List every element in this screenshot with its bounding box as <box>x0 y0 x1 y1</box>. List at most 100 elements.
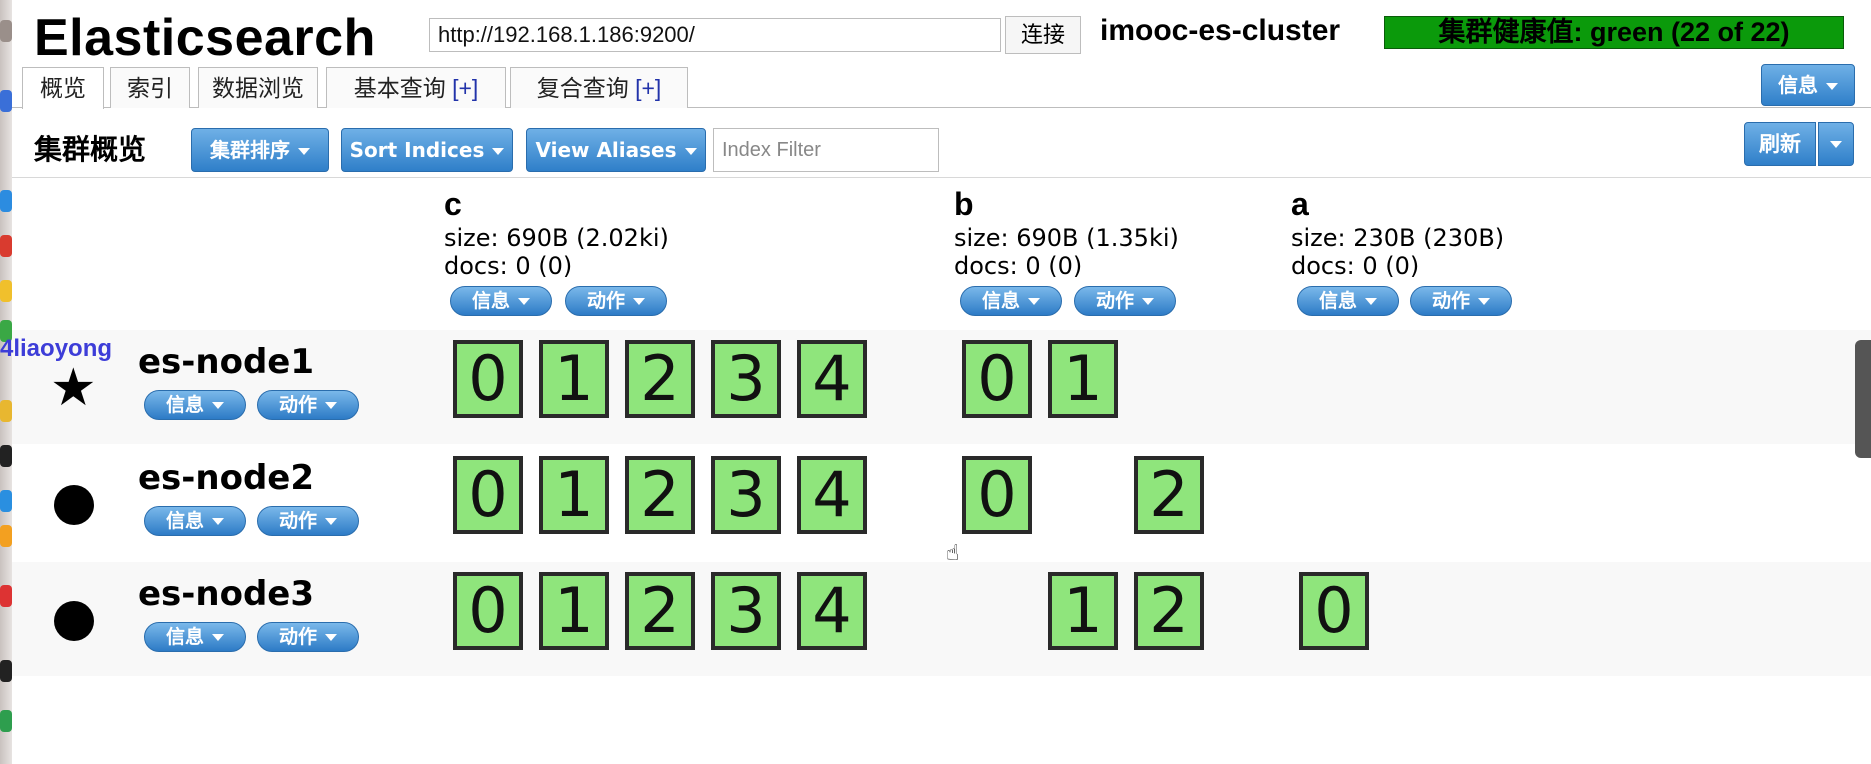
info-menu-button[interactable]: 信息 <box>1761 64 1855 106</box>
shard-c-3[interactable]: 3 <box>711 340 781 418</box>
chevron-down-icon <box>298 148 310 155</box>
node-info-button[interactable]: 信息 <box>144 506 246 536</box>
hand-cursor-icon: ☝ <box>946 540 960 565</box>
shard-c-4[interactable]: 4 <box>797 572 867 650</box>
dock-app-icon[interactable] <box>0 525 12 547</box>
shard-c-2[interactable]: 2 <box>625 456 695 534</box>
shard-b-1[interactable]: 1 <box>1048 340 1118 418</box>
chevron-down-icon <box>325 518 337 525</box>
chevron-down-icon <box>1826 83 1838 90</box>
tab-indices[interactable]: 索引 <box>110 67 190 108</box>
shard-c-3[interactable]: 3 <box>711 572 781 650</box>
dock-app-icon[interactable] <box>0 90 12 112</box>
dock-app-icon[interactable] <box>0 710 12 732</box>
button-label: 动作 <box>586 290 625 312</box>
master-node-star-icon: ★ <box>50 359 97 417</box>
tab-add-icon: [+] <box>452 75 479 101</box>
tab-overview[interactable]: 概览 <box>22 67 104 109</box>
node-action-button[interactable]: 动作 <box>257 506 359 536</box>
os-dock-strip <box>0 0 12 764</box>
tab-label: 概览 <box>40 75 86 101</box>
dock-app-icon[interactable] <box>0 490 12 512</box>
index-size: size: 690B (1.35ki) <box>954 224 1179 252</box>
index-action-button[interactable]: 动作 <box>1410 286 1512 316</box>
dock-app-icon[interactable] <box>0 190 12 212</box>
node-info-button[interactable]: 信息 <box>144 390 246 420</box>
shard-b-0[interactable]: 0 <box>962 340 1032 418</box>
shard-c-2[interactable]: 2 <box>625 572 695 650</box>
tab-basic-query[interactable]: 基本查询 [+] <box>326 67 506 108</box>
button-label: 信息 <box>471 290 510 312</box>
shard-c-1[interactable]: 1 <box>539 456 609 534</box>
button-label: 信息 <box>165 510 204 532</box>
view-aliases-button[interactable]: View Aliases <box>526 128 706 172</box>
index-info-button[interactable]: 信息 <box>1297 286 1399 316</box>
tab-browser[interactable]: 数据浏览 <box>198 67 318 108</box>
shard-c-2[interactable]: 2 <box>625 340 695 418</box>
node-info-button[interactable]: 信息 <box>144 622 246 652</box>
button-label: 信息 <box>165 394 204 416</box>
dock-app-icon[interactable] <box>0 400 12 422</box>
shard-b-1[interactable]: 1 <box>1048 572 1118 650</box>
app-title: Elasticsearch <box>34 9 376 67</box>
button-label: 信息 <box>981 290 1020 312</box>
shard-b-2[interactable]: 2 <box>1134 456 1204 534</box>
index-size: size: 690B (2.02ki) <box>444 224 669 252</box>
node-name: es-node2 <box>138 458 315 498</box>
dock-app-icon[interactable] <box>0 660 12 682</box>
shard-a-0[interactable]: 0 <box>1299 572 1369 650</box>
shard-c-0[interactable]: 0 <box>453 572 523 650</box>
chevron-down-icon <box>325 634 337 641</box>
index-info-button[interactable]: 信息 <box>960 286 1062 316</box>
tab-complex-query[interactable]: 复合查询 [+] <box>510 67 688 108</box>
chevron-down-icon <box>518 298 530 305</box>
node-name: es-node3 <box>138 574 315 614</box>
dock-app-icon[interactable] <box>0 20 12 42</box>
chevron-down-icon <box>1830 141 1842 148</box>
shard-b-2[interactable]: 2 <box>1134 572 1204 650</box>
shard-c-1[interactable]: 1 <box>539 340 609 418</box>
shard-c-4[interactable]: 4 <box>797 340 867 418</box>
chevron-down-icon <box>325 402 337 409</box>
side-panel-handle[interactable] <box>1855 340 1871 458</box>
index-size: size: 230B (230B) <box>1291 224 1505 252</box>
chevron-down-icon <box>1478 298 1490 305</box>
chevron-down-icon <box>633 298 645 305</box>
tab-label: 索引 <box>127 75 173 101</box>
shard-c-0[interactable]: 0 <box>453 456 523 534</box>
button-label: 动作 <box>1095 290 1134 312</box>
node-action-button[interactable]: 动作 <box>257 622 359 652</box>
button-label: Sort Indices <box>349 138 485 162</box>
tab-label: 复合查询 <box>536 75 629 101</box>
button-label: View Aliases <box>535 138 677 162</box>
cluster-name: imooc-es-cluster <box>1100 14 1341 47</box>
index-action-button[interactable]: 动作 <box>565 286 667 316</box>
dock-app-icon[interactable] <box>0 445 12 467</box>
shard-c-1[interactable]: 1 <box>539 572 609 650</box>
chevron-down-icon <box>212 402 224 409</box>
connect-button[interactable]: 连接 <box>1005 16 1081 54</box>
shard-c-3[interactable]: 3 <box>711 456 781 534</box>
dock-app-icon[interactable] <box>0 585 12 607</box>
node-name: es-node1 <box>138 342 315 382</box>
node-dot-icon <box>54 601 94 641</box>
sort-indices-button[interactable]: Sort Indices <box>341 128 513 172</box>
node-action-button[interactable]: 动作 <box>257 390 359 420</box>
dock-app-icon[interactable] <box>0 235 12 257</box>
index-name: b <box>954 186 974 222</box>
index-info-button[interactable]: 信息 <box>450 286 552 316</box>
chevron-down-icon <box>1142 298 1154 305</box>
cluster-url-input[interactable] <box>429 18 1001 52</box>
index-filter-input[interactable] <box>713 128 939 172</box>
tab-label: 基本查询 <box>353 75 446 101</box>
chevron-down-icon <box>212 518 224 525</box>
refresh-button[interactable]: 刷新 <box>1744 122 1816 166</box>
index-docs: docs: 0 (0) <box>954 252 1083 280</box>
sort-cluster-button[interactable]: 集群排序 <box>191 128 329 172</box>
refresh-options-button[interactable] <box>1818 122 1854 166</box>
shard-c-0[interactable]: 0 <box>453 340 523 418</box>
shard-b-0[interactable]: 0 <box>962 456 1032 534</box>
dock-app-icon[interactable] <box>0 280 12 302</box>
shard-c-4[interactable]: 4 <box>797 456 867 534</box>
index-action-button[interactable]: 动作 <box>1074 286 1176 316</box>
